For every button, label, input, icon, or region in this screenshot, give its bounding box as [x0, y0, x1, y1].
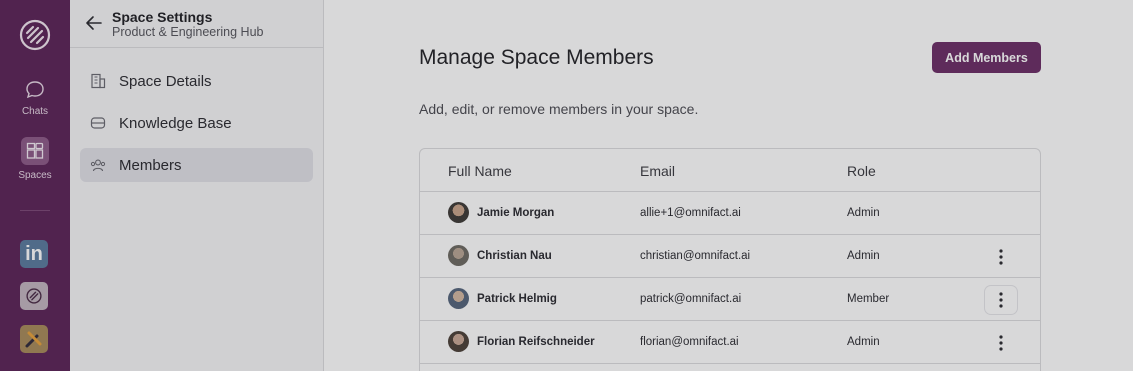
- avatar: [448, 245, 469, 266]
- sidebar-item-label: Space Details: [119, 72, 212, 90]
- rail-chats-label: Chats: [21, 106, 49, 117]
- sidebar-title: Space Settings: [112, 9, 213, 25]
- sidebar-item-label: Knowledge Base: [119, 114, 232, 132]
- member-role: Admin: [847, 336, 880, 348]
- sidebar-header: Space Settings Product & Engineering Hub: [70, 0, 324, 48]
- row-actions-button[interactable]: [985, 243, 1017, 271]
- kebab-menu-icon: [999, 292, 1003, 308]
- omnifact-logo[interactable]: [18, 18, 52, 52]
- rail-item-chats[interactable]: Chats: [0, 80, 70, 117]
- sidebar-item-space-details[interactable]: Space Details: [80, 64, 313, 98]
- avatar: [448, 288, 469, 309]
- rail-item-spaces[interactable]: Spaces: [0, 137, 70, 181]
- column-header-role: Role: [847, 163, 876, 179]
- sidebar-item-label: Members: [119, 156, 182, 174]
- main-content: Manage Space Members Add Members Add, ed…: [324, 0, 1133, 371]
- member-name: Christian Nau: [477, 249, 552, 262]
- members-table: Full Name Email Role Jamie Morgan allie+…: [419, 148, 1041, 371]
- page-title: Manage Space Members: [419, 46, 654, 69]
- table-row: Christian Nau christian@omnifact.ai Admi…: [420, 235, 1040, 278]
- chat-bubble-icon: [26, 81, 44, 99]
- tools-icon[interactable]: [20, 325, 48, 353]
- omnifact-icon[interactable]: [20, 282, 48, 310]
- users-icon: [90, 157, 110, 173]
- table-row: Jamie Morgan allie+1@omnifact.ai Admin: [420, 192, 1040, 235]
- row-actions-button[interactable]: [985, 286, 1017, 314]
- linkedin-icon[interactable]: in: [20, 240, 48, 268]
- table-row: Florian Reifschneider florian@omnifact.a…: [420, 321, 1040, 364]
- settings-sidebar: Space Settings Product & Engineering Hub…: [70, 0, 324, 371]
- column-header-full-name: Full Name: [448, 163, 512, 179]
- row-actions-button[interactable]: [985, 329, 1017, 357]
- sidebar-item-members[interactable]: Members: [80, 148, 313, 182]
- member-email: allie+1@omnifact.ai: [640, 207, 741, 219]
- sidebar-subtitle: Product & Engineering Hub: [112, 25, 264, 39]
- linkedin-text: in: [25, 242, 43, 265]
- database-icon: [90, 115, 110, 131]
- kebab-menu-icon: [999, 335, 1003, 351]
- rail-spaces-label: Spaces: [18, 170, 52, 181]
- table-header: Full Name Email Role: [420, 149, 1040, 192]
- back-arrow-icon[interactable]: [84, 13, 104, 33]
- avatar: [448, 331, 469, 352]
- rail-divider: [20, 210, 50, 211]
- app-rail: Chats Spaces in: [0, 0, 70, 371]
- member-name-cell: Jamie Morgan: [448, 202, 554, 223]
- member-name-cell: Florian Reifschneider: [448, 331, 595, 352]
- sidebar-item-knowledge-base[interactable]: Knowledge Base: [80, 106, 313, 140]
- page-description: Add, edit, or remove members in your spa…: [419, 101, 699, 117]
- table-row: Patrick Helmig patrick@omnifact.ai Membe…: [420, 278, 1040, 321]
- member-name: Jamie Morgan: [477, 206, 555, 219]
- member-email: christian@omnifact.ai: [640, 250, 751, 262]
- kebab-menu-icon: [999, 249, 1003, 265]
- member-name-cell: Patrick Helmig: [448, 288, 557, 309]
- add-members-button[interactable]: Add Members: [932, 42, 1041, 73]
- avatar: [448, 202, 469, 223]
- column-header-email: Email: [640, 163, 676, 179]
- spaces-icon: [21, 137, 49, 165]
- member-email: patrick@omnifact.ai: [640, 293, 742, 305]
- member-role: Member: [847, 293, 890, 305]
- building-icon: [90, 73, 110, 89]
- member-name-cell: Christian Nau: [448, 245, 552, 266]
- member-role: Admin: [847, 250, 880, 262]
- member-name: Florian Reifschneider: [477, 335, 595, 348]
- member-email: florian@omnifact.ai: [640, 336, 739, 348]
- member-role: Admin: [847, 207, 880, 219]
- member-name: Patrick Helmig: [477, 292, 557, 305]
